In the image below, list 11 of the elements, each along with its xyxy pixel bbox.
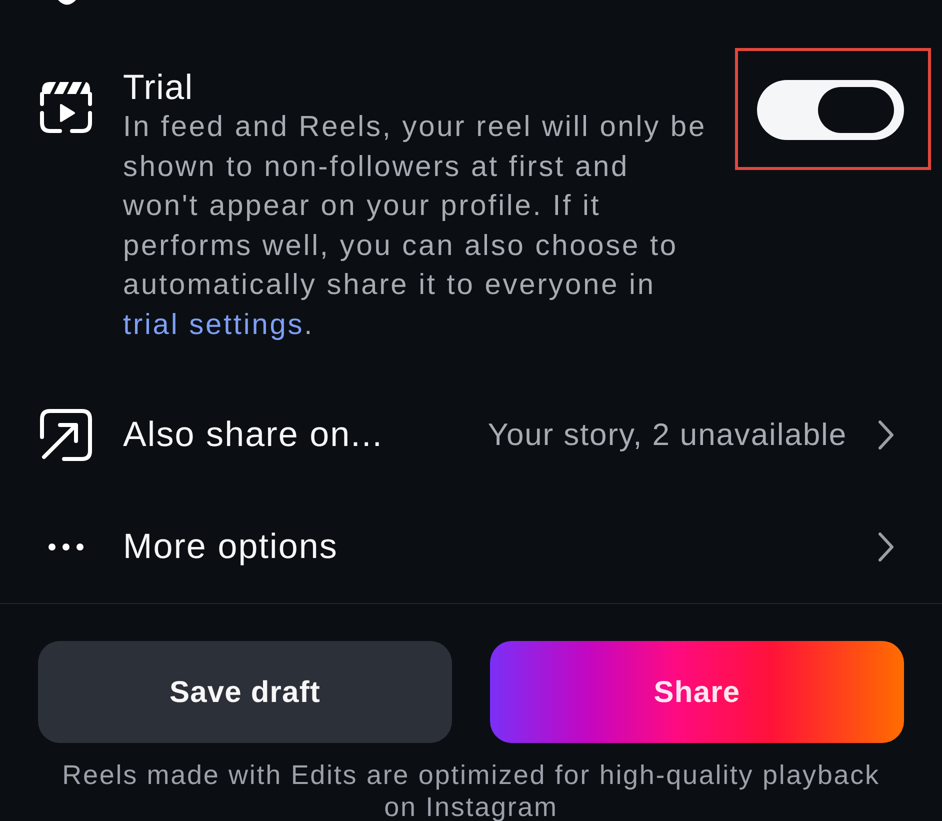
option-label[interactable]: Also share on...: [123, 414, 383, 456]
more-icon: [48, 543, 84, 551]
chevron-icon: [878, 420, 894, 450]
option-value: Your story, 2 unavailable: [488, 416, 847, 454]
chevron-icon: [878, 532, 894, 562]
option-title: Trial: [123, 68, 194, 108]
save-draft-button[interactable]: Save draft: [38, 641, 452, 743]
option-label[interactable]: More options: [123, 526, 338, 568]
settings-link[interactable]: trial settings: [123, 308, 304, 340]
reels-icon: [40, 80, 92, 133]
option-description: In feed and Reels, your reel will only be shown to non-followers at first and won't appear on your profile. If it performs well, you can also choose to automatically share it to everyone in trial settings.: [123, 110, 708, 342]
